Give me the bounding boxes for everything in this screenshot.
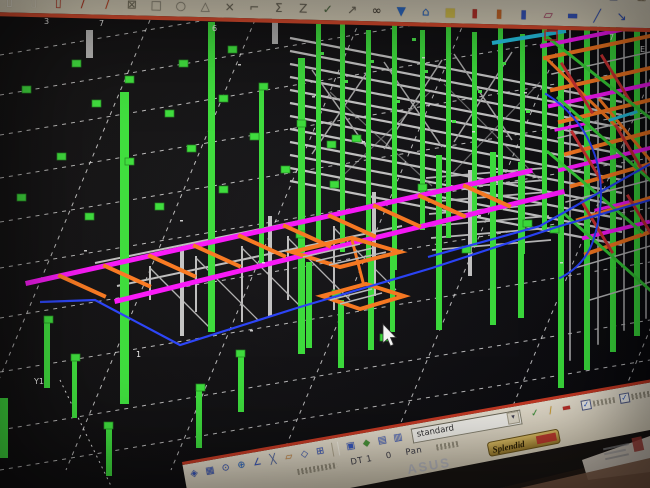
svg-text:7: 7 (609, 33, 614, 42)
status-device: DT 1 (350, 454, 373, 468)
snap-intersect-icon[interactable]: ⊕ (235, 460, 248, 471)
status-mode: Pan (405, 445, 423, 458)
mini-icon-6[interactable]: ▦ (635, 0, 649, 3)
column-blue-icon[interactable]: ▮ (517, 8, 531, 20)
svg-text:7: 7 (99, 19, 104, 28)
snap-cross-icon[interactable]: ╳ (266, 454, 279, 465)
svg-text:3: 3 (44, 17, 49, 26)
select-grid-icon[interactable]: ▤ (376, 435, 389, 446)
z-tool-icon[interactable]: Z (296, 2, 310, 14)
combo-dropdown-icon[interactable]: ▾ (506, 411, 520, 425)
page-new-icon[interactable]: ▯ (2, 0, 16, 8)
triangle-tool-icon[interactable]: △ (198, 0, 212, 12)
snap-label-blur (593, 397, 616, 407)
home-view-icon[interactable]: ⌂ (419, 5, 433, 17)
beam-arrow-icon[interactable]: ↘ (615, 10, 629, 22)
page-copy-icon[interactable]: ▯ (27, 0, 41, 8)
snap-center-icon[interactable]: ⊙ (219, 463, 232, 474)
snap-toggle-2[interactable]: ✓ (619, 388, 650, 404)
column-orange-icon[interactable]: ▮ (492, 7, 506, 19)
red-marker-icon[interactable]: ∕ (76, 0, 90, 9)
snap-label-blur (631, 390, 650, 400)
snap-box-icon[interactable]: ⊞ (314, 446, 327, 457)
beam-slant-icon[interactable]: ╱ (590, 10, 604, 22)
status-blur-text (297, 462, 337, 475)
snap-plane-icon[interactable]: ▱ (282, 452, 295, 463)
snap-check-icon[interactable]: ✓ (528, 408, 541, 419)
column-red-icon[interactable]: ▮ (468, 7, 482, 19)
pencil-icon[interactable]: ∕ (544, 405, 557, 416)
corner-tool-icon[interactable]: ⌐ (247, 1, 261, 13)
svg-text:E: E (640, 45, 645, 54)
close-x-icon[interactable]: × (223, 1, 237, 13)
sum-icon[interactable]: Σ (272, 2, 286, 14)
mini-icon-4[interactable]: ◆ (579, 0, 593, 2)
snap-angle-icon[interactable]: ∠ (251, 457, 264, 468)
svg-text:6: 6 (212, 24, 217, 33)
boxed-x-icon[interactable]: ⊠ (125, 0, 139, 11)
monitor-photo: 3 7 6 7 E Y1 1 ▣⊞▤◆▥▦ ▯▯▯∕∕⊠□○△×⌐ΣZ✓↗∞▼⌂… (0, 0, 650, 488)
square-tool-icon[interactable]: □ (149, 0, 163, 11)
select-filter-icon[interactable]: ▣ (344, 441, 357, 452)
beam-icon[interactable]: ▬ (566, 9, 580, 21)
select-parts-icon[interactable]: ◆ (360, 438, 373, 449)
footing-icon[interactable]: ▱ (541, 8, 555, 20)
mini-icon-3[interactable]: ▤ (551, 0, 565, 1)
snap-toggle-1[interactable]: ✓ (580, 395, 615, 411)
eraser-red-icon[interactable]: ▯ (51, 0, 65, 9)
select-comp-icon[interactable]: ▥ (391, 432, 404, 443)
filter-funnel-icon[interactable]: ▼ (394, 5, 408, 17)
yellow-panel-icon[interactable]: ■ (443, 6, 457, 18)
snap-grid-icon[interactable]: ▦ (203, 466, 216, 477)
red-pen-icon[interactable]: ∕ (100, 0, 114, 10)
mini-icon-5[interactable]: ▥ (607, 0, 621, 2)
svg-text:1: 1 (136, 350, 141, 359)
ortho-icon[interactable]: ▬ (560, 403, 573, 414)
toolbar-separator (331, 442, 340, 457)
status-count: 0 (385, 451, 393, 462)
status-blur-text-2 (435, 441, 458, 451)
check-icon[interactable]: ✓ (321, 3, 335, 15)
circle-tool-icon[interactable]: ○ (174, 0, 188, 12)
arrow-ne-icon[interactable]: ↗ (345, 4, 359, 16)
svg-text:Y1: Y1 (33, 377, 44, 386)
snap-diamond-icon[interactable]: ◇ (298, 449, 311, 460)
snap-points-icon[interactable]: ◈ (188, 468, 201, 479)
binoculars-icon[interactable]: ∞ (370, 4, 384, 16)
